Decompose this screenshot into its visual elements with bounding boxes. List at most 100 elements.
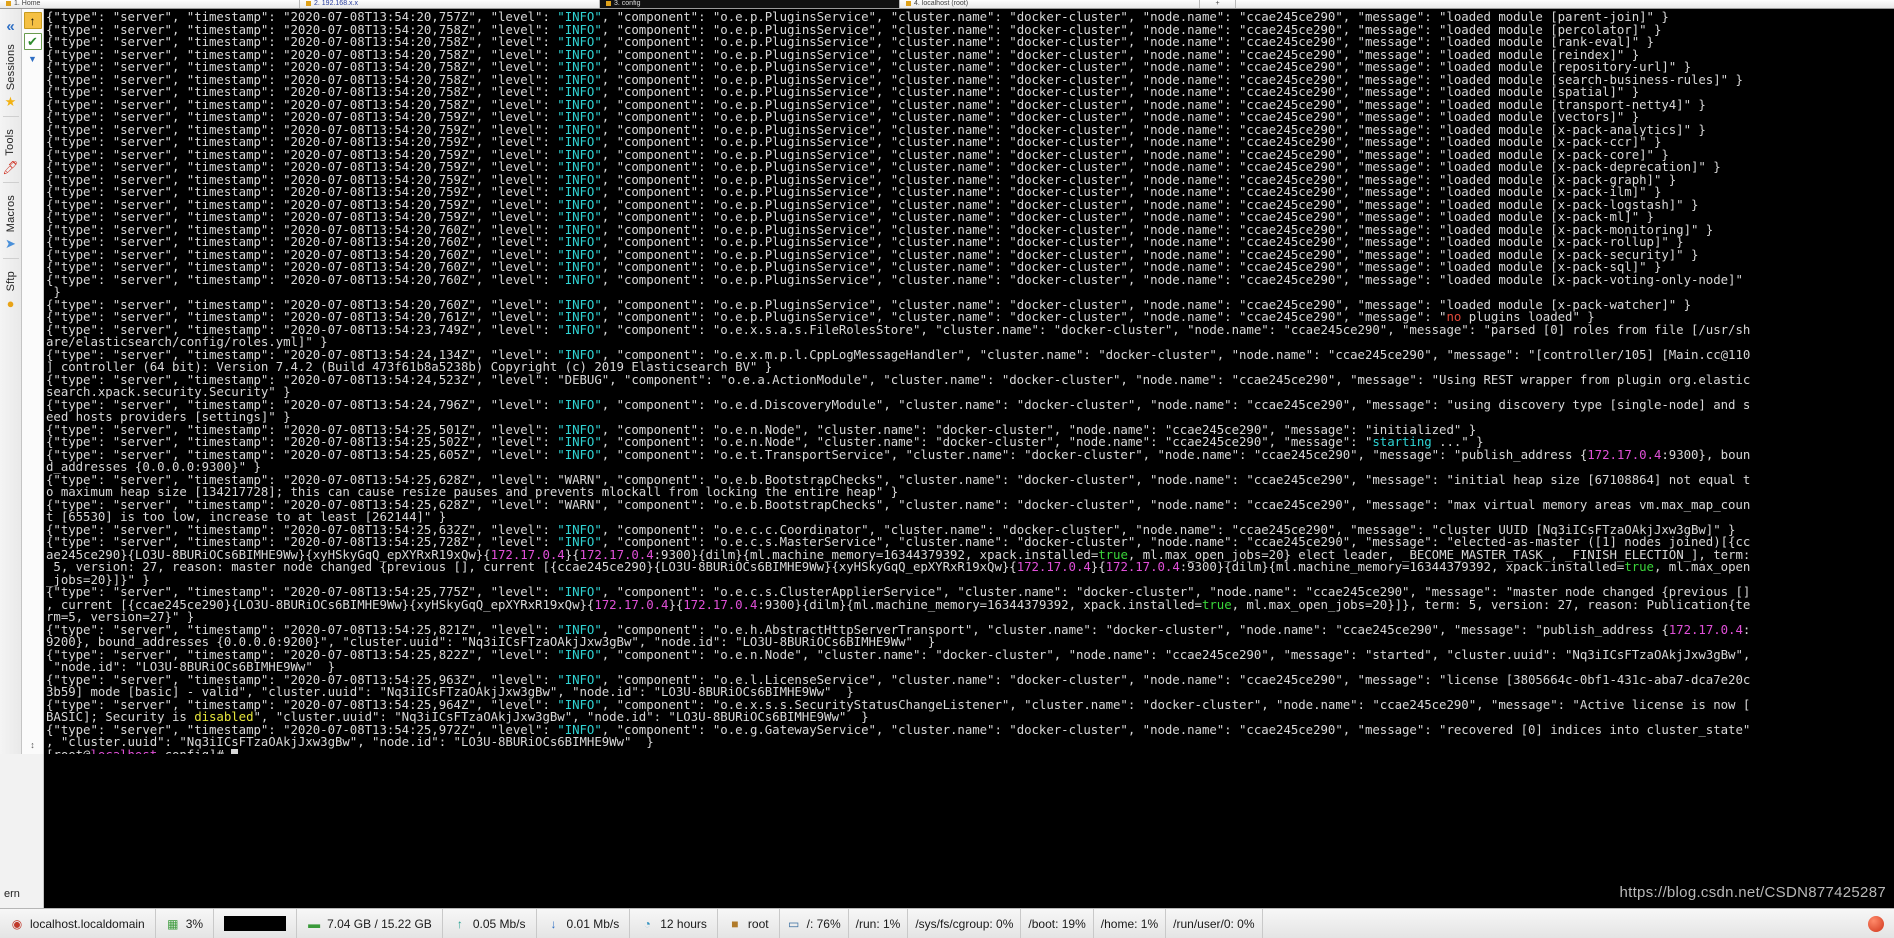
sidebar-item-label: Sessions: [4, 44, 17, 91]
divider: [2, 258, 19, 260]
disk-root-icon: ▭: [787, 916, 800, 931]
status-label: 7.04 GB / 15.22 GB: [327, 916, 432, 931]
sidebar-item-tools[interactable]: Tools 🖊: [2, 127, 19, 180]
status-label: /: 76%: [806, 916, 841, 931]
terminal-line: {"type": "server", "timestamp": "2020-07…: [46, 271, 1894, 287]
tab-label: 1. Home: [14, 0, 41, 7]
terminal-line: 5, version: 27, reason: master node chan…: [46, 559, 1894, 574]
terminal-token-highlight: 172.17.0.4: [594, 596, 669, 612]
session-toolstrip: ↑ ✔ ▼ ↕: [22, 9, 44, 754]
status-disk-run[interactable]: /run: 1%: [849, 908, 909, 938]
terminal-output[interactable]: {"type": "server", "timestamp": "2020-07…: [44, 9, 1894, 754]
status-uptime[interactable]: ◔ 12 hours: [630, 908, 718, 938]
terminal-token: 5, version: 27, reason: master node chan…: [46, 559, 1017, 574]
terminal-token: , "component": "o.e.x.m.p.l.CppLogMessag…: [601, 346, 1751, 362]
sftp-icon: ●: [6, 295, 15, 311]
terminal-token-highlight: 172.17.0.4: [1016, 559, 1091, 574]
tab-label: 4. localhost (root): [914, 0, 969, 7]
terminal-token: , "component": "o.e.p.PluginsService", "…: [601, 271, 1743, 287]
status-label: /run: 1%: [855, 916, 901, 931]
watermark-url: https://blog.csdn.net/CSDN877425287: [1619, 884, 1886, 901]
terminal-token-highlight: "INFO": [557, 396, 602, 412]
collapse-sidebar-icon[interactable]: «: [6, 19, 14, 34]
status-label: 3%: [185, 916, 204, 931]
wrench-icon: 🖊: [2, 159, 19, 175]
status-label: localhost.localdomain: [30, 916, 145, 931]
status-download[interactable]: ↓ 0.01 Mb/s: [537, 908, 631, 938]
terminal-token-highlight: "INFO": [557, 446, 602, 462]
download-icon: ↓: [550, 916, 557, 931]
cpu-icon: ▦: [167, 916, 179, 931]
status-disk-boot[interactable]: /boot: 19%: [1021, 908, 1094, 938]
status-app-logo[interactable]: [1858, 909, 1894, 938]
tab-icon: [906, 1, 911, 6]
terminal-token: , ml.max_open: [1653, 559, 1751, 574]
status-cpu-graph[interactable]: [214, 908, 298, 938]
upload-folder-icon[interactable]: ↑: [23, 12, 42, 29]
terminal-token: , "component": "o.e.x.s.a.s.FileRolesSto…: [601, 321, 1751, 337]
plus-icon: +: [1215, 0, 1220, 7]
uptime-icon: ◔: [643, 916, 651, 931]
cpu-sparkline: [224, 916, 287, 931]
sidebar-item-macros[interactable]: Macros ➤: [5, 193, 17, 256]
sidebar-item-label: Macros: [4, 194, 17, 233]
terminal-token-highlight: 172.17.0.4: [1587, 446, 1662, 462]
mobaxterm-window: 1. Home 2. 192.168.x.x 3. config 4. loca…: [0, 0, 1894, 938]
terminal-token: :9300}, boun: [1661, 446, 1751, 462]
app-logo-icon: [1868, 915, 1884, 932]
upload-icon: ↑: [456, 916, 463, 931]
terminal-token-highlight: 172.17.0.4: [1668, 621, 1743, 637]
terminal-token: , "component": "o.e.g.GatewayService", "…: [601, 721, 1751, 737]
status-disk-root[interactable]: ▭ /: 76%: [780, 908, 849, 938]
sidebar-bottom-label: ern: [4, 888, 20, 900]
terminal-token: {"type": "server", "timestamp": "2020-07…: [46, 271, 558, 287]
prompt-path: config]#: [157, 746, 232, 754]
session-ok-icon[interactable]: ✔: [23, 33, 42, 50]
tab-config-active[interactable]: 3. config: [600, 0, 900, 8]
terminal-token: }{: [1090, 559, 1106, 574]
tab-icon: [606, 1, 611, 6]
prompt-host: localhost: [90, 746, 158, 754]
status-disk-cgroup[interactable]: /sys/fs/cgroup: 0%: [908, 908, 1022, 938]
status-label: /sys/fs/cgroup: 0%: [915, 916, 1014, 931]
status-label: /boot: 19%: [1028, 916, 1086, 931]
chevron-down-icon[interactable]: ▼: [28, 54, 37, 64]
tab-host[interactable]: 2. 192.168.x.x: [300, 0, 600, 8]
terminal-line: , "cluster.uuid": "Nq3iICsFTzaOAkjJxw3gB…: [46, 735, 1894, 749]
terminal-token: }{: [668, 596, 684, 612]
tab-localhost-root[interactable]: 4. localhost (root): [900, 0, 1200, 8]
sidebar-item-label: Tools: [4, 129, 17, 156]
tab-label: 2. 192.168.x.x: [314, 0, 358, 7]
terminal-token-highlight: "INFO": [557, 646, 602, 662]
terminal-line: {"type": "server", "timestamp": "2020-07…: [46, 446, 1894, 462]
tab-strip: 1. Home 2. 192.168.x.x 3. config 4. loca…: [0, 0, 1894, 9]
status-upload[interactable]: ↑ 0.05 Mb/s: [443, 908, 537, 938]
status-disk-runuser[interactable]: /run/user/0: 0%: [1166, 908, 1263, 938]
status-label: 0.01 Mb/s: [566, 916, 620, 931]
terminal-line: , current [{ccae245ce290}{LO3U-8BURiOCs6…: [46, 596, 1894, 612]
status-disk-home[interactable]: /home: 1%: [1094, 908, 1167, 938]
terminal-token: :9300}{dilm}{ml.machine_memory=163443793…: [757, 596, 1202, 612]
terminal-token-highlight: 172.17.0.4: [683, 596, 758, 612]
sidebar-item-sessions[interactable]: Sessions ★: [5, 42, 17, 114]
status-label: 0.05 Mb/s: [472, 916, 526, 931]
new-tab-button[interactable]: +: [1200, 0, 1236, 8]
status-user[interactable]: ■ root: [718, 908, 780, 938]
status-host[interactable]: ◉ localhost.localdomain: [0, 908, 156, 938]
status-memory[interactable]: ▬ 7.04 GB / 15.22 GB: [297, 908, 443, 938]
status-cpu[interactable]: ▦ 3%: [156, 908, 215, 938]
terminal-line: {"type": "server", "timestamp": "2020-07…: [46, 396, 1894, 412]
divider: [2, 116, 19, 118]
terminal-line: {"type": "server", "timestamp": "2020-07…: [46, 371, 1894, 387]
memory-icon: ▬: [308, 916, 321, 931]
paper-plane-icon: ➤: [5, 236, 16, 252]
terminal-token: {"type": "server", "timestamp": "2020-07…: [46, 371, 1751, 387]
terminal-token: , "component": "o.e.t.TransportService",…: [601, 446, 1588, 462]
tab-icon: [306, 1, 311, 6]
scroll-handle-icon[interactable]: ↕: [30, 740, 35, 754]
tab-home[interactable]: 1. Home: [0, 0, 300, 8]
sidebar-item-sftp[interactable]: Sftp ●: [5, 269, 17, 315]
sidebar-lower-filler: ern: [0, 754, 44, 908]
prompt-user: [root@: [46, 746, 91, 754]
terminal-token-highlight: "INFO": [557, 271, 602, 287]
